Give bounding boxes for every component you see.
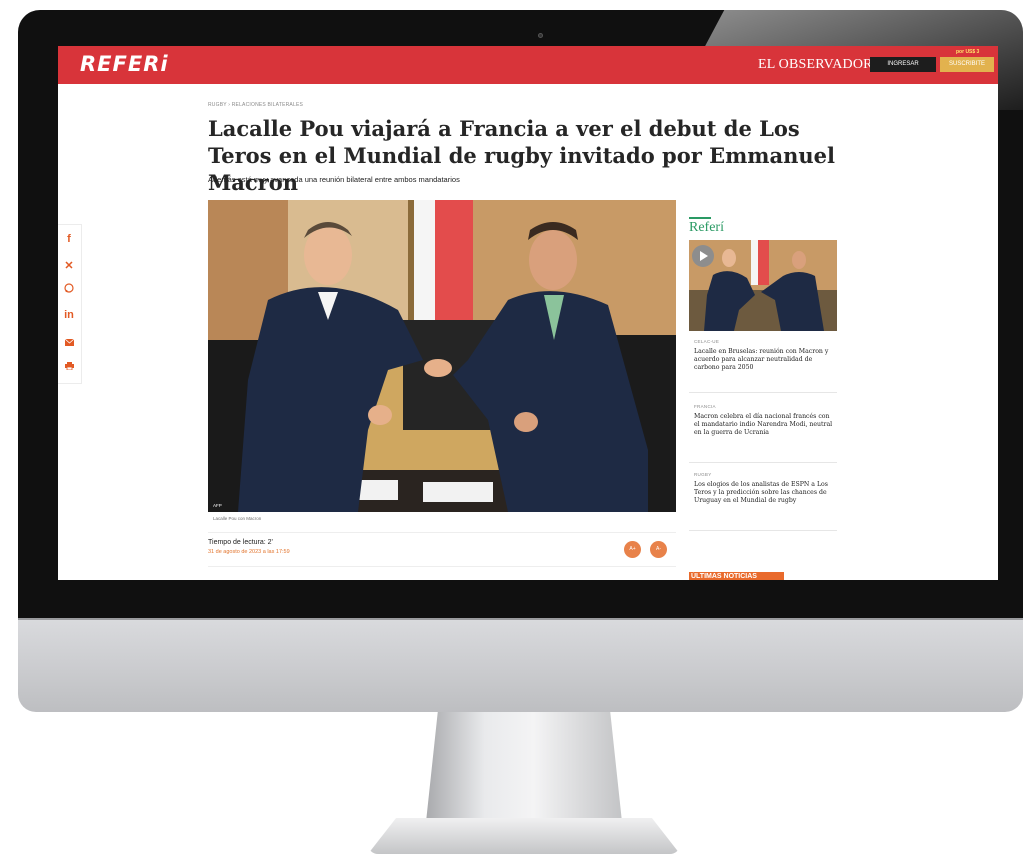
- sidebar-thumbnail[interactable]: [689, 240, 837, 331]
- sidebar-story[interactable]: RUGBY Los elogios de los analistas de ES…: [694, 472, 834, 505]
- screen: REFERi por US$ 3 EL OBSERVADOR INGRESAR …: [58, 46, 998, 580]
- facebook-icon[interactable]: f: [58, 233, 80, 245]
- sidebar-story-title[interactable]: Los elogios de los analistas de ESPN a L…: [694, 481, 834, 505]
- linkedin-icon[interactable]: in: [58, 309, 80, 321]
- monitor-stand-base: [368, 818, 680, 854]
- publisher-logo[interactable]: EL OBSERVADOR: [758, 57, 873, 73]
- site-header: REFERi por US$ 3 EL OBSERVADOR INGRESAR …: [58, 46, 998, 84]
- share-bar: f ✕ in: [58, 224, 82, 384]
- reading-time: Tiempo de lectura: 2': [208, 539, 273, 546]
- article-hero-image[interactable]: AFP: [208, 200, 676, 512]
- monitor-stand: [426, 712, 622, 822]
- font-decrease-button[interactable]: A-: [650, 541, 667, 558]
- divider: [689, 462, 837, 463]
- print-icon[interactable]: [58, 361, 80, 373]
- email-icon[interactable]: [58, 337, 80, 349]
- sidebar-story[interactable]: FRANCIA Macron celebra el día nacional f…: [694, 404, 834, 437]
- image-credit: AFP: [213, 503, 222, 508]
- sidebar-accent-rule: [689, 217, 711, 219]
- whatsapp-icon[interactable]: [58, 283, 80, 296]
- divider: [689, 530, 837, 531]
- sidebar-brand[interactable]: Referí: [689, 220, 724, 236]
- divider: [689, 392, 837, 393]
- x-icon[interactable]: ✕: [58, 259, 80, 272]
- article-subheadline: Además está muy avanzada una reunión bil…: [208, 175, 460, 184]
- sidebar-photo: [689, 240, 837, 331]
- subscribe-button[interactable]: SUSCRIBITE: [940, 57, 994, 72]
- sidebar-story-category: FRANCIA: [694, 404, 716, 409]
- handshake-photo: [208, 200, 676, 512]
- publish-date: 31 de agosto de 2023 a las 17:59: [208, 549, 290, 555]
- site-logo[interactable]: REFERi: [80, 52, 169, 76]
- sidebar-story-title[interactable]: Lacalle en Bruselas: reunión con Macron …: [694, 348, 834, 372]
- sidebar-story-category: RUGBY: [694, 472, 712, 477]
- promo-text: por US$ 3: [956, 49, 980, 55]
- image-caption: Lacalle Pou con Macron: [213, 516, 262, 521]
- latest-news-heading[interactable]: ÚLTIMAS NOTICIAS: [689, 572, 784, 580]
- font-increase-button[interactable]: A+: [624, 541, 641, 558]
- sidebar-story[interactable]: CELAC-UE Lacalle en Bruselas: reunión co…: [694, 339, 834, 372]
- breadcrumb[interactable]: RUGBY › RELACIONES BILATERALES: [208, 102, 303, 108]
- divider: [208, 532, 676, 533]
- monitor-chin: [18, 620, 1023, 712]
- camera: [538, 33, 543, 38]
- divider: [208, 566, 676, 567]
- sidebar-story-title[interactable]: Macron celebra el día nacional francés c…: [694, 413, 834, 437]
- sidebar-story-category: CELAC-UE: [694, 339, 720, 344]
- login-button[interactable]: INGRESAR: [870, 57, 936, 72]
